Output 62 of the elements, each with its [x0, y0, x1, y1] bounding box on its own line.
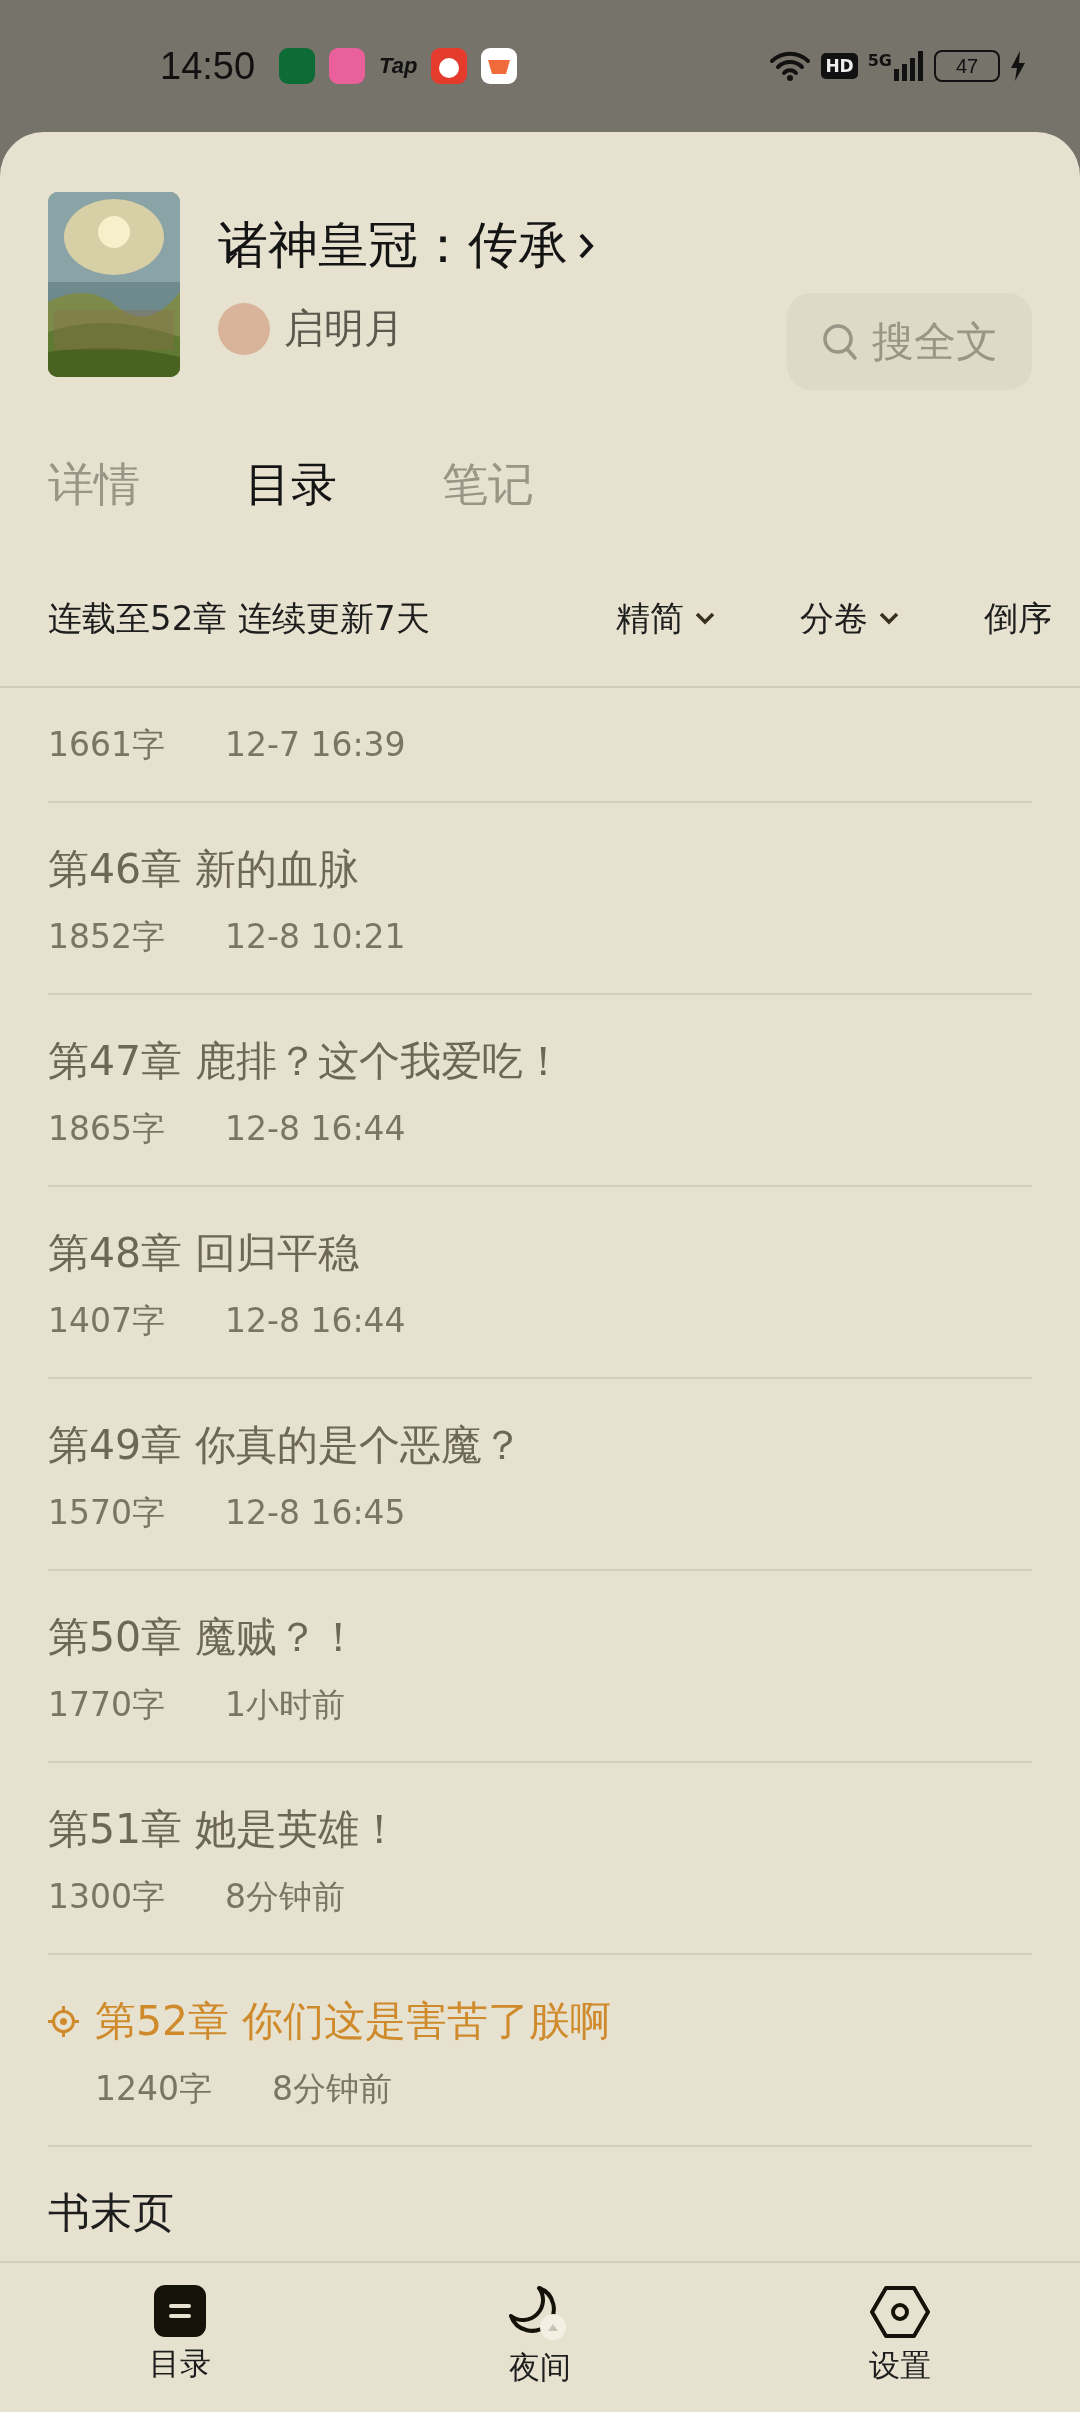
chapter-item[interactable]: 第50章 魔贼？！ 1770字 1小时前 [48, 1571, 1032, 1763]
app-notification-label: Tap [379, 53, 418, 79]
update-time: 12-7 16:39 [225, 725, 406, 765]
search-icon [821, 322, 858, 361]
chapter-title: 第48章 回归平稳 [48, 1228, 360, 1279]
nav-item[interactable]: 夜间 [360, 2263, 720, 2412]
tab[interactable]: 详情 [48, 454, 140, 516]
author-avatar [218, 302, 270, 355]
word-count: 1240字 [95, 2069, 213, 2109]
word-count: 1852字 [48, 917, 166, 957]
word-count: 1770字 [48, 1685, 166, 1725]
chapter-item[interactable]: 1661字 12-7 16:39 [48, 688, 1032, 803]
update-time: 12-8 16:45 [225, 1493, 406, 1533]
update-summary: 连载至52章 连续更新7天 [48, 598, 431, 638]
word-count: 1865字 [48, 1109, 166, 1149]
status-time: 14:50 [160, 44, 256, 88]
chapter-title: 第52章 你们这是害苦了朕啊 [95, 1996, 612, 2047]
book-title-link[interactable]: 诸神皇冠：传承 [218, 212, 594, 279]
filter-dropdown[interactable]: 分卷 [800, 598, 900, 638]
update-time: 12-8 16:44 [225, 1301, 406, 1341]
end-page-item[interactable]: 书末页 [48, 2147, 1032, 2239]
chevron-right-icon [578, 231, 594, 260]
chapter-title: 第49章 你真的是个恶魔？ [48, 1420, 524, 1471]
network-type: 5G [867, 51, 892, 70]
chevron-down-icon [878, 611, 900, 625]
filter-dropdown[interactable]: 精简 [616, 598, 716, 638]
chevron-down-icon [694, 611, 716, 625]
word-count: 1661字 [48, 725, 166, 765]
nav-item[interactable]: 目录 [0, 2263, 360, 2412]
battery-indicator: 47 [934, 50, 1000, 82]
chapter-item[interactable]: 第51章 她是英雄！ 1300字 8分钟前 [48, 1763, 1032, 1955]
app-notification-icon [279, 48, 316, 84]
charging-icon [1010, 51, 1026, 81]
word-count: 1570字 [48, 1493, 166, 1533]
hd-indicator: HD [821, 53, 858, 79]
chapter-title: 第50章 魔贼？！ [48, 1612, 360, 1663]
list-icon [154, 2285, 206, 2337]
nav-item[interactable]: 设置 [720, 2263, 1080, 2412]
chapter-item[interactable]: 第52章 你们这是害苦了朕啊 1240字 8分钟前 [48, 1955, 1032, 2147]
update-time: 12-8 16:44 [225, 1109, 406, 1149]
chapter-item[interactable]: 第46章 新的血脉 1852字 12-8 10:21 [48, 803, 1032, 995]
tab[interactable]: 目录 [245, 454, 337, 516]
app-notification-icon [329, 48, 366, 84]
update-time: 8分钟前 [272, 2069, 392, 2109]
chapter-title: 第51章 她是英雄！ [48, 1804, 401, 1855]
chapter-item[interactable]: 第48章 回归平稳 1407字 12-8 16:44 [48, 1187, 1032, 1379]
sort-button[interactable]: 倒序 [984, 598, 1052, 638]
update-time: 8分钟前 [225, 1877, 345, 1917]
word-count: 1300字 [48, 1877, 166, 1917]
tab[interactable]: 笔记 [442, 454, 534, 516]
update-time: 12-8 10:21 [225, 917, 406, 957]
chapter-title: 第47章 鹿排？这个我爱吃！ [48, 1036, 565, 1087]
word-count: 1407字 [48, 1301, 166, 1341]
chapter-item[interactable]: 第49章 你真的是个恶魔？ 1570字 12-8 16:45 [48, 1379, 1032, 1571]
signal-icon [894, 51, 924, 81]
update-time: 1小时前 [225, 1685, 345, 1725]
settings-icon [870, 2285, 930, 2339]
wifi-icon [769, 50, 812, 82]
author-name: 启明月 [284, 304, 404, 353]
locate-icon [48, 2005, 79, 2037]
chapter-title: 第46章 新的血脉 [48, 844, 360, 895]
chapter-item[interactable]: 第47章 鹿排？这个我爱吃！ 1865字 12-8 16:44 [48, 995, 1032, 1187]
